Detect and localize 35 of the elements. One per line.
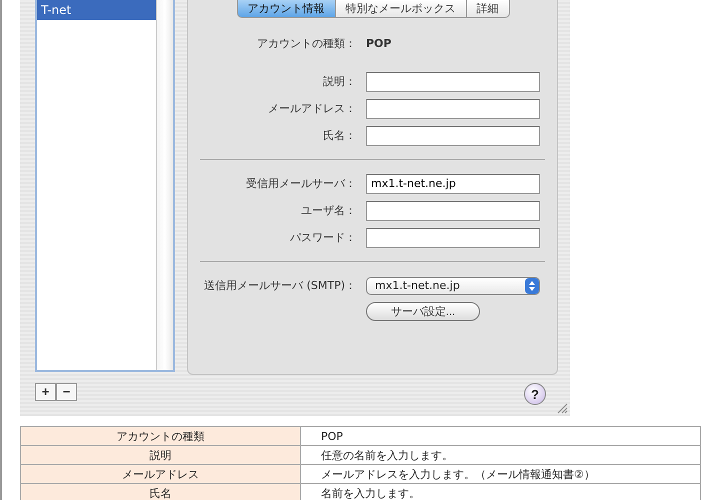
remove-button[interactable]: − <box>56 383 77 401</box>
stepper-icon <box>525 278 539 294</box>
input-field[interactable] <box>366 200 540 220</box>
field-label: 送信用メールサーバ (SMTP)： <box>203 278 357 293</box>
table-cell: POP <box>300 426 700 446</box>
account-item[interactable]: T-net <box>37 0 156 20</box>
help-button[interactable]: ? <box>524 383 546 405</box>
add-button[interactable]: + <box>35 383 56 401</box>
tab[interactable]: アカウント情報 <box>236 0 336 18</box>
table-cell: 説明 <box>20 446 300 464</box>
field-label: 説明： <box>322 74 357 89</box>
tab[interactable]: 詳細 <box>466 0 510 18</box>
input-field[interactable] <box>366 228 540 248</box>
input-field[interactable] <box>366 126 540 146</box>
input-field[interactable]: mx1.t-net.ne.jp <box>366 174 540 194</box>
input-field[interactable] <box>366 98 540 118</box>
field-label: 受信用メールサーバ： <box>245 176 357 191</box>
tab[interactable]: 特別なメールボックス <box>334 0 466 18</box>
table-cell: 名前を入力します。 <box>300 484 700 500</box>
server-settings-button[interactable]: サーバ設定... <box>366 302 480 321</box>
field-label: 氏名： <box>322 128 357 143</box>
table-cell: アカウントの種類 <box>20 426 300 446</box>
table-cell: 任意の名前を入力します。 <box>300 446 700 464</box>
table-cell: メールアドレス <box>20 464 300 484</box>
field-label: アカウントの種類： <box>256 36 357 50</box>
scrollbar[interactable] <box>156 0 173 370</box>
input-field[interactable] <box>366 72 540 92</box>
field-label: パスワード： <box>289 230 357 245</box>
resize-grip-icon[interactable] <box>557 403 568 414</box>
field-label: ユーザ名： <box>300 203 357 218</box>
smtp-server-dropdown[interactable]: mx1.t-net.ne.jp <box>366 276 540 294</box>
table-cell: 氏名 <box>20 484 300 500</box>
field-label: メールアドレス： <box>267 101 357 116</box>
table-cell: メールアドレスを入力します。（メール情報通知書②） <box>300 464 700 484</box>
account-type-value: POP <box>366 36 392 50</box>
